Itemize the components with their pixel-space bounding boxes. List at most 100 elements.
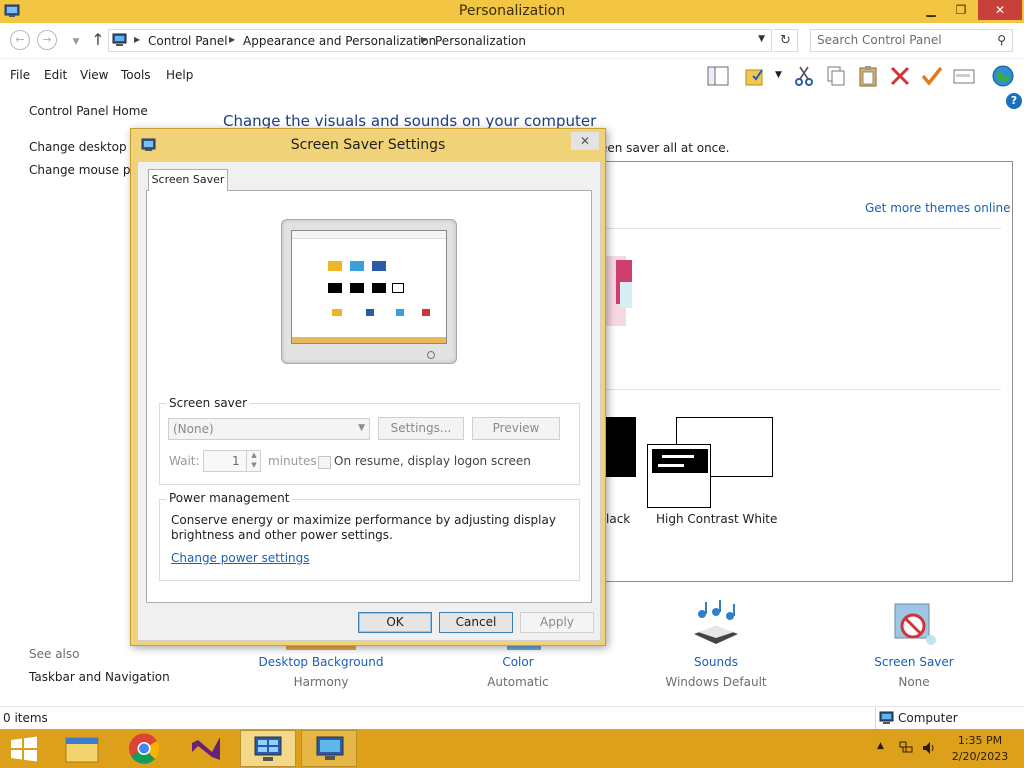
- breadcrumb-separator-icon: ▶: [421, 35, 428, 44]
- menu-file[interactable]: File: [10, 68, 30, 82]
- search-box[interactable]: ⚲: [810, 29, 1013, 52]
- change-mouse-pointers-link[interactable]: Change mouse poi: [29, 163, 141, 177]
- location-label: Computer: [898, 711, 958, 725]
- see-also-heading: See also: [29, 647, 80, 661]
- search-icon[interactable]: ⚲: [997, 33, 1006, 47]
- dialog-close-button[interactable]: ✕: [571, 132, 599, 150]
- theme-label-high-contrast-black: lack: [606, 512, 631, 526]
- screen-saver-group: [159, 403, 580, 485]
- chevron-down-icon: ▼: [72, 37, 80, 47]
- window-title: Personalization: [458, 3, 566, 19]
- menu-help[interactable]: Help: [166, 68, 193, 82]
- sounds-value: Windows Default: [665, 675, 767, 689]
- theme-thumbnail-high-contrast-black[interactable]: [606, 417, 636, 477]
- address-field[interactable]: ▶ Control Panel ▶ Appearance and Persona…: [108, 29, 772, 52]
- resume-logon-checkbox[interactable]: [318, 456, 331, 469]
- folder-check-icon[interactable]: [744, 64, 768, 88]
- layout-icon[interactable]: [706, 64, 730, 88]
- scissors-icon[interactable]: [792, 64, 816, 88]
- visual-studio-icon[interactable]: [178, 730, 234, 767]
- chevron-down-icon[interactable]: ▼: [758, 34, 765, 44]
- minimize-button[interactable]: ▁: [918, 0, 944, 20]
- screen-saver-link[interactable]: Screen Saver: [864, 655, 964, 669]
- breadcrumb-separator-icon: ▶: [229, 35, 236, 44]
- page-description: een saver all at once.: [600, 141, 730, 155]
- arrow-right-icon: →: [42, 33, 52, 46]
- desktop-background-thumbnail[interactable]: [286, 646, 356, 650]
- power-description-line2: brightness and other power settings.: [171, 528, 393, 542]
- breadcrumb-appearance[interactable]: Appearance and Personalization: [243, 34, 436, 48]
- sounds-icon[interactable]: [690, 600, 742, 650]
- maximize-button[interactable]: ❐: [948, 0, 974, 20]
- windows-start-icon[interactable]: [0, 730, 48, 767]
- recent-locations-button[interactable]: ▼: [66, 33, 86, 53]
- cancel-button[interactable]: Cancel: [439, 612, 513, 633]
- help-icon[interactable]: ?: [1006, 93, 1022, 109]
- back-button[interactable]: ←: [10, 30, 30, 50]
- theme-thumbnail[interactable]: [606, 256, 632, 328]
- stepper-up-icon[interactable]: ▲: [246, 451, 261, 461]
- personalization-taskbar-button[interactable]: [301, 730, 357, 767]
- minutes-label: minutes: [268, 454, 317, 468]
- preview-button[interactable]: Preview: [472, 417, 560, 440]
- properties-icon[interactable]: [952, 64, 976, 88]
- paste-icon[interactable]: [856, 64, 880, 88]
- refresh-button[interactable]: ↻: [774, 29, 798, 52]
- tab-screen-saver[interactable]: Screen Saver: [148, 169, 228, 191]
- file-explorer-icon[interactable]: [54, 730, 110, 767]
- screen-saver-select[interactable]: (None) ▼: [168, 418, 370, 440]
- menu-bar: File Edit View Tools Help ▼: [0, 60, 1024, 90]
- clock-date[interactable]: 2/20/2023: [948, 750, 1012, 763]
- wait-stepper[interactable]: 1 ▲ ▼: [203, 450, 261, 472]
- dialog-body: Screen Saver Screen saver (None) ▼ Setti…: [137, 161, 601, 641]
- search-input[interactable]: [817, 33, 987, 47]
- screen-saver-value: None: [898, 675, 930, 689]
- breadcrumb-control-panel[interactable]: Control Panel: [148, 34, 228, 48]
- close-button[interactable]: ✕: [978, 0, 1022, 20]
- item-count: 0 items: [3, 711, 48, 725]
- clock-time[interactable]: 1:35 PM: [948, 734, 1012, 747]
- menu-view[interactable]: View: [80, 68, 108, 82]
- control-panel-taskbar-button[interactable]: [240, 730, 296, 767]
- menu-tools[interactable]: Tools: [121, 68, 151, 82]
- globe-icon[interactable]: [991, 64, 1015, 88]
- chevron-down-icon: ▼: [358, 423, 365, 433]
- taskbar: ▲ 1:35 PM 2/20/2023: [0, 729, 1024, 768]
- theme-thumbnail-high-contrast-white[interactable]: [647, 444, 711, 508]
- desktop-background-link[interactable]: Desktop Background: [246, 655, 396, 669]
- control-panel-home-link[interactable]: Control Panel Home: [29, 104, 148, 118]
- desktop-background-value: Harmony: [293, 675, 349, 689]
- network-icon[interactable]: [898, 740, 914, 756]
- menu-edit[interactable]: Edit: [44, 68, 67, 82]
- chevron-down-icon[interactable]: ▼: [775, 70, 782, 80]
- divider: [597, 389, 1001, 390]
- color-value: Automatic: [487, 675, 549, 689]
- copy-icon[interactable]: [824, 64, 848, 88]
- settings-button[interactable]: Settings...: [378, 417, 464, 440]
- wait-value: 1: [232, 454, 240, 468]
- dialog-title: Screen Saver Settings: [290, 137, 446, 153]
- color-swatch-thumbnail[interactable]: [507, 646, 541, 650]
- ok-button[interactable]: OK: [358, 612, 432, 633]
- control-panel-icon: [254, 736, 282, 761]
- color-link[interactable]: Color: [468, 655, 568, 669]
- address-bar-row: ← → ▼ ↑ ▶ Control Panel ▶ Appearance and…: [0, 23, 1024, 59]
- change-power-settings-link[interactable]: Change power settings: [171, 551, 310, 565]
- control-panel-icon: [112, 33, 127, 46]
- stepper-down-icon[interactable]: ▼: [246, 461, 261, 471]
- taskbar-navigation-link[interactable]: Taskbar and Navigation: [29, 670, 170, 684]
- apply-button[interactable]: Apply: [520, 612, 594, 633]
- chrome-icon[interactable]: [116, 730, 172, 767]
- screen-saver-icon[interactable]: [889, 600, 939, 650]
- sounds-link[interactable]: Sounds: [656, 655, 776, 669]
- breadcrumb-personalization[interactable]: Personalization: [435, 34, 526, 48]
- get-more-themes-link[interactable]: Get more themes online: [865, 201, 1011, 215]
- volume-icon[interactable]: [921, 740, 937, 756]
- forward-button[interactable]: →: [37, 30, 57, 50]
- tray-overflow-icon[interactable]: ▲: [877, 741, 884, 751]
- status-bar: 0 items Computer: [0, 706, 1024, 730]
- screen-saver-select-value: (None): [173, 422, 214, 436]
- checkmark-icon[interactable]: [920, 64, 944, 88]
- delete-icon[interactable]: [888, 64, 912, 88]
- up-button[interactable]: ↑: [88, 31, 108, 51]
